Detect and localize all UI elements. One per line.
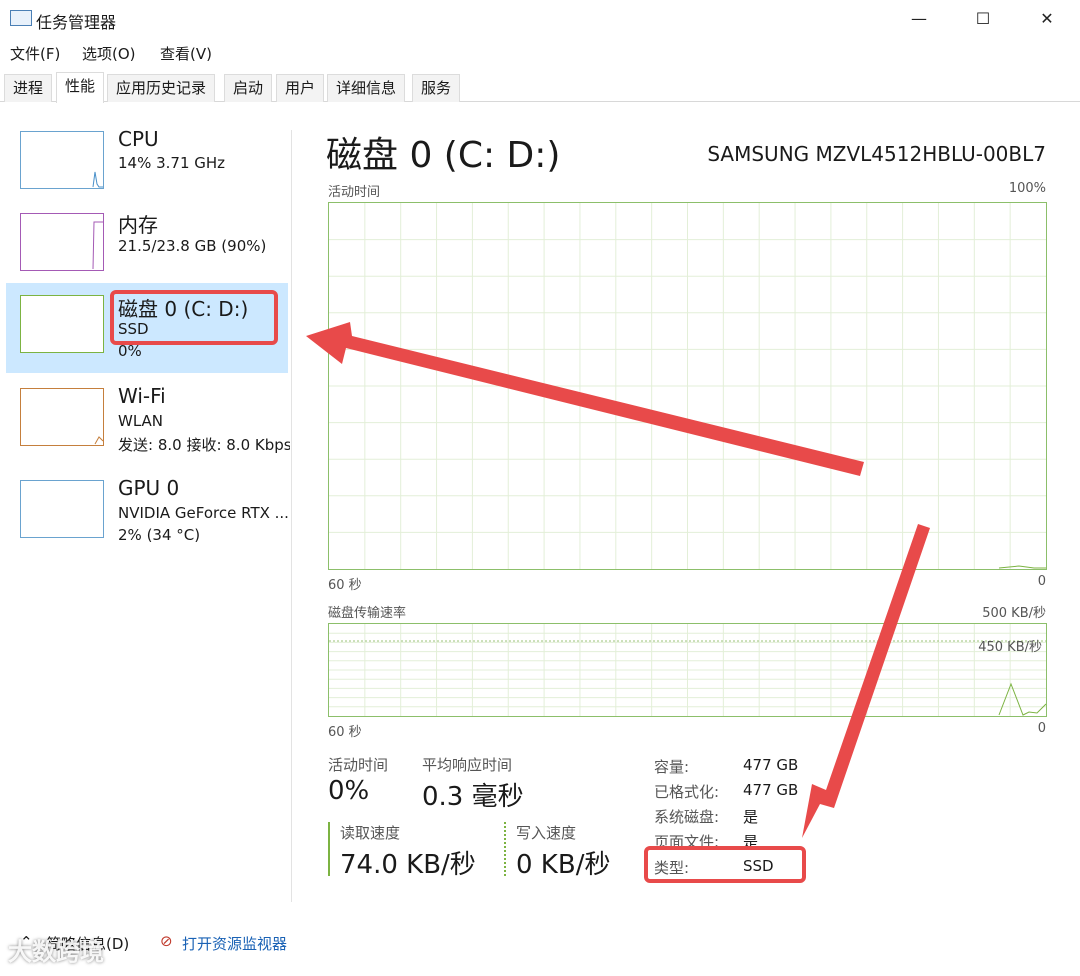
sidebar-item-gpu-0[interactable]: GPU 0 NVIDIA GeForce RTX ... 2% (34 °C): [6, 467, 289, 557]
cpu-thumbnail: [20, 131, 104, 189]
sidebar-item-traffic: 发送: 8.0 接收: 8.0 Kbps: [118, 436, 290, 454]
footer-bar: ⌃ 简略信息(D) ⊘ 打开资源监视器: [0, 920, 1080, 970]
menu-view[interactable]: 查看(V): [160, 43, 212, 64]
capacity-label: 容量:: [654, 758, 690, 776]
graph2-label: 磁盘传输速率: [328, 606, 407, 621]
wifi-mini-graph: [94, 436, 104, 445]
title-bar: 任务管理器 — ☐ ✕: [0, 0, 1080, 38]
open-resource-monitor-link[interactable]: 打开资源监视器: [182, 933, 287, 954]
read-speed-label: 读取速度: [340, 824, 401, 842]
graph2-min: 0: [1037, 721, 1046, 736]
tab-services[interactable]: 服务: [412, 74, 461, 102]
sidebar-item-cpu[interactable]: CPU 14% 3.71 GHz: [6, 123, 288, 213]
sidebar-item-detail: 14% 3.71 GHz: [118, 154, 226, 172]
response-time-value: 0.3 毫秒: [422, 782, 524, 812]
annotation-box-sidebar-disk: [110, 290, 278, 345]
graph2-mark: 450 KB/秒: [978, 640, 1042, 655]
active-time-value: 0%: [328, 776, 370, 806]
system-disk-label: 系统磁盘:: [654, 808, 720, 826]
tab-strip: 进程 性能 应用历史记录 启动 用户 详细信息 服务: [0, 72, 1080, 103]
graph2-time: 60 秒: [328, 725, 362, 740]
formatted-value: 477 GB: [743, 781, 799, 799]
sidebar-item-usage: 2% (34 °C): [118, 526, 201, 544]
close-button[interactable]: ✕: [1024, 4, 1070, 34]
tab-performance[interactable]: 性能: [56, 72, 105, 103]
write-speed-bar: [504, 822, 506, 876]
graph2-max: 500 KB/秒: [982, 606, 1046, 621]
maximize-button[interactable]: ☐: [960, 4, 1006, 34]
sidebar-item-label: 内存: [118, 213, 158, 237]
system-disk-value: 是: [743, 808, 759, 826]
tab-processes[interactable]: 进程: [4, 74, 53, 102]
graph1-max: 100%: [1008, 181, 1046, 196]
task-manager-icon: [10, 10, 32, 26]
sidebar-item-wifi[interactable]: Wi-Fi WLAN 发送: 8.0 接收: 8.0 Kbps: [6, 375, 290, 465]
sidebar-item-detail: NVIDIA GeForce RTX ...: [118, 504, 289, 522]
memory-mini-graph: [92, 221, 103, 270]
disk-model: SAMSUNG MZVL4512HBLU-00BL7: [707, 142, 1046, 166]
menu-options[interactable]: 选项(O): [82, 43, 136, 64]
memory-thumbnail: [20, 213, 104, 271]
gpu-thumbnail: [20, 480, 104, 538]
tab-app-history[interactable]: 应用历史记录: [107, 74, 216, 102]
sidebar-item-detail: 21.5/23.8 GB (90%): [118, 237, 267, 255]
tab-users[interactable]: 用户: [276, 74, 325, 102]
tab-startup[interactable]: 启动: [224, 74, 273, 102]
graph1-time: 60 秒: [328, 578, 362, 593]
page-title: 磁盘 0 (C: D:): [326, 135, 561, 176]
sidebar-item-label: Wi-Fi: [118, 384, 166, 408]
tab-details[interactable]: 详细信息: [327, 74, 406, 102]
panel-divider[interactable]: [291, 130, 292, 902]
graph1-label: 活动时间: [328, 185, 381, 200]
wifi-thumbnail: [20, 388, 104, 446]
cpu-mini-graph: [92, 171, 103, 188]
sidebar-item-detail: WLAN: [118, 412, 164, 430]
resource-sidebar: CPU 14% 3.71 GHz 内存 21.5/23.8 GB (90%) 磁…: [0, 103, 292, 903]
capacity-value: 477 GB: [743, 756, 799, 774]
disk-thumbnail: [20, 295, 104, 353]
read-speed-bar: [328, 822, 330, 876]
write-speed-label: 写入速度: [516, 824, 577, 842]
active-time-graph: [328, 202, 1047, 570]
graph1-min: 0: [1037, 574, 1046, 589]
sidebar-item-label: GPU 0: [118, 476, 180, 500]
formatted-label: 已格式化:: [654, 783, 720, 801]
sidebar-item-label: CPU: [118, 127, 159, 151]
window-title: 任务管理器: [36, 13, 117, 32]
active-time-label: 活动时间: [328, 756, 389, 774]
watermark-logo: 大数跨境: [8, 938, 104, 966]
minimize-button[interactable]: —: [896, 4, 942, 34]
active-time-grid: [329, 203, 1046, 569]
response-time-label: 平均响应时间: [422, 756, 513, 774]
annotation-box-type: [644, 846, 806, 883]
menu-file[interactable]: 文件(F): [10, 43, 60, 64]
read-speed-value: 74.0 KB/秒: [340, 850, 476, 880]
write-speed-value: 0 KB/秒: [516, 850, 611, 880]
transfer-rate-grid: [329, 624, 1047, 716]
transfer-rate-graph: 450 KB/秒: [328, 623, 1047, 717]
resource-monitor-icon: ⊘: [160, 932, 173, 950]
